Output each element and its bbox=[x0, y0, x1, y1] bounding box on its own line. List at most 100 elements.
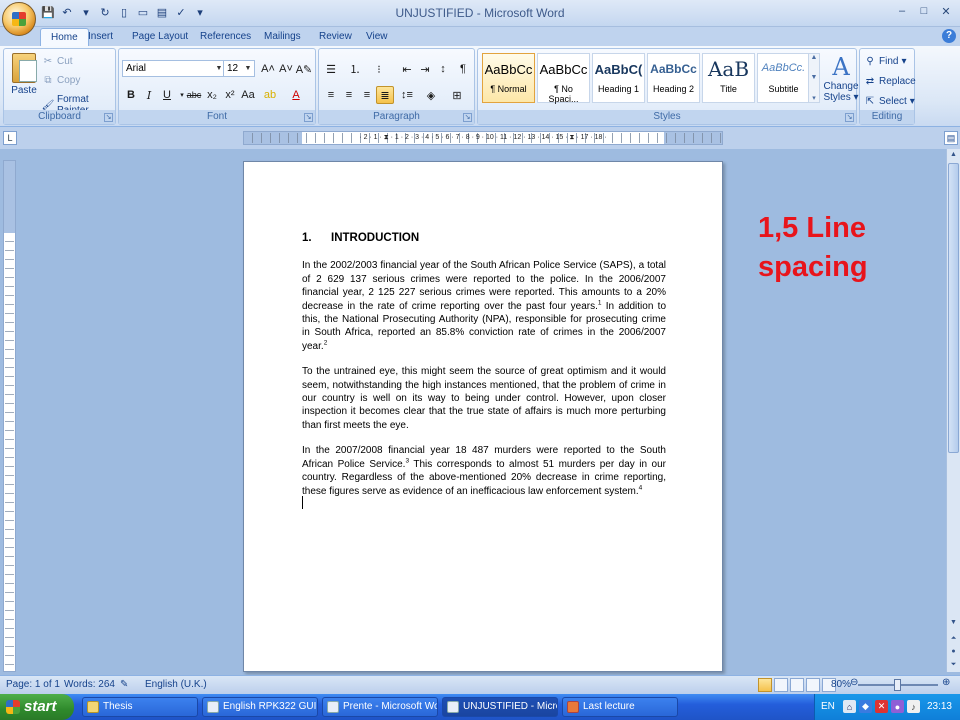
input-language[interactable]: EN bbox=[821, 701, 835, 712]
chevron-down-icon[interactable]: ▼ bbox=[811, 74, 818, 81]
change-styles-button[interactable]: A Change Styles ▾ bbox=[823, 53, 859, 103]
subscript-icon[interactable]: x₂ bbox=[203, 86, 221, 104]
footnote-ref-2[interactable]: 2 bbox=[324, 340, 328, 347]
tab-references[interactable]: References bbox=[190, 28, 261, 46]
scrollbar-thumb[interactable] bbox=[948, 163, 959, 453]
taskbar-item[interactable]: Last lecture bbox=[562, 697, 678, 717]
style-normal[interactable]: AaBbCc ¶ Normal bbox=[482, 53, 535, 103]
clipboard-dialog-launcher-icon[interactable]: ↘ bbox=[104, 113, 113, 122]
taskbar-item[interactable]: Prente - Microsoft Word bbox=[322, 697, 438, 717]
shading-icon[interactable]: ◈ bbox=[422, 86, 440, 104]
chevron-up-icon[interactable]: ▲ bbox=[811, 54, 818, 61]
next-page-icon[interactable]: ⏷ bbox=[948, 659, 959, 671]
style-title[interactable]: AaB Title bbox=[702, 53, 755, 103]
chevron-down-icon[interactable]: ▼ bbox=[243, 62, 253, 75]
cut-button[interactable]: ✂ Cut bbox=[42, 55, 73, 67]
multilevel-list-icon[interactable]: ⁝ bbox=[370, 60, 388, 78]
change-case-icon[interactable]: Aa bbox=[239, 86, 257, 104]
scroll-up-icon[interactable]: ▲ bbox=[948, 149, 959, 161]
page-count[interactable]: Page: 1 of 1 bbox=[6, 679, 60, 690]
zoom-out-icon[interactable]: ⊖ bbox=[850, 677, 858, 688]
font-color-icon[interactable]: A bbox=[287, 86, 305, 104]
footnote-ref-4[interactable]: 4 bbox=[639, 484, 643, 491]
zoom-level[interactable]: 80% bbox=[831, 679, 851, 690]
document-body[interactable]: 1. INTRODUCTION In the 2002/2003 financia… bbox=[302, 232, 666, 513]
bold-icon[interactable]: B bbox=[122, 86, 140, 104]
vertical-scrollbar[interactable]: ▲ ▼ ⏶ ● ⏷ bbox=[946, 149, 960, 672]
taskbar-item-active[interactable]: UNJUSTIFIED - Micro... bbox=[442, 697, 558, 717]
scroll-down-icon[interactable]: ▼ bbox=[948, 617, 959, 629]
volume-icon[interactable]: ♪ bbox=[907, 700, 920, 713]
grow-font-icon[interactable]: A˄ bbox=[259, 60, 277, 78]
align-center-icon[interactable]: ≡ bbox=[340, 86, 358, 104]
paste-button[interactable]: Paste bbox=[10, 53, 38, 96]
proofing-icon[interactable]: ✎ bbox=[120, 679, 128, 690]
network-icon[interactable]: ⌂ bbox=[843, 700, 856, 713]
word-count[interactable]: Words: 264 bbox=[64, 679, 115, 690]
taskbar-item[interactable]: Thesis bbox=[82, 697, 198, 717]
select-button[interactable]: ⇱ Select ▾ bbox=[864, 95, 915, 107]
antivirus-icon[interactable]: ✕ bbox=[875, 700, 888, 713]
office-button[interactable] bbox=[2, 2, 36, 36]
start-button[interactable]: start bbox=[0, 694, 74, 720]
previous-page-icon[interactable]: ⏶ bbox=[948, 633, 959, 645]
more-icon[interactable]: ▾ bbox=[812, 94, 816, 102]
borders-icon[interactable]: ⊞ bbox=[448, 86, 466, 104]
sort-icon[interactable]: ↕ bbox=[434, 60, 452, 78]
line-spacing-icon[interactable]: ↕≡ bbox=[398, 86, 416, 104]
increase-indent-icon[interactable]: ⇥ bbox=[416, 60, 434, 78]
select-browse-object-icon[interactable]: ● bbox=[948, 646, 959, 658]
document-page[interactable]: 1. INTRODUCTION In the 2002/2003 financia… bbox=[243, 161, 723, 672]
horizontal-ruler[interactable]: · 2 · 1 · ⧗ · 1 · 2 · 3 · 4 · 5 · 6 · 7 … bbox=[243, 131, 723, 145]
tab-review[interactable]: Review bbox=[309, 28, 362, 46]
maximize-button[interactable]: □ bbox=[914, 3, 934, 19]
tab-page-layout[interactable]: Page Layout bbox=[122, 28, 198, 46]
highlight-color-icon[interactable]: ab bbox=[261, 86, 279, 104]
italic-icon[interactable]: I bbox=[140, 86, 158, 104]
strikethrough-icon[interactable]: abc bbox=[185, 86, 203, 104]
replace-button[interactable]: ⇄ Replace bbox=[864, 75, 916, 87]
minimize-button[interactable]: – bbox=[892, 3, 912, 19]
tab-insert[interactable]: Insert bbox=[78, 28, 123, 46]
font-size-combo[interactable]: 12 ▼ bbox=[223, 60, 255, 77]
font-dialog-launcher-icon[interactable]: ↘ bbox=[304, 113, 313, 122]
zoom-in-icon[interactable]: ⊕ bbox=[942, 677, 950, 688]
outline-icon[interactable] bbox=[806, 678, 820, 692]
numbering-icon[interactable]: ⒈ bbox=[346, 60, 364, 78]
styles-gallery-scroll[interactable]: ▲ ▼ ▾ bbox=[808, 53, 820, 103]
find-button[interactable]: ⚲ Find ▾ bbox=[864, 55, 906, 67]
print-layout-icon[interactable] bbox=[758, 678, 772, 692]
align-left-icon[interactable]: ≡ bbox=[322, 86, 340, 104]
language[interactable]: English (U.K.) bbox=[145, 679, 207, 690]
tab-view[interactable]: View bbox=[356, 28, 398, 46]
show-marks-icon[interactable]: ¶ bbox=[454, 60, 472, 78]
close-button[interactable]: ✕ bbox=[936, 3, 956, 19]
bullets-icon[interactable]: ☰ bbox=[322, 60, 340, 78]
superscript-icon[interactable]: x² bbox=[221, 86, 239, 104]
help-icon[interactable]: ? bbox=[942, 29, 956, 43]
styles-dialog-launcher-icon[interactable]: ↘ bbox=[845, 113, 854, 122]
shrink-font-icon[interactable]: A˅ bbox=[277, 60, 295, 78]
clear-formatting-icon[interactable]: A✎ bbox=[295, 60, 313, 78]
web-layout-icon[interactable] bbox=[790, 678, 804, 692]
justify-icon[interactable]: ≣ bbox=[376, 86, 394, 104]
shield-icon[interactable]: ◆ bbox=[859, 700, 872, 713]
paragraph-dialog-launcher-icon[interactable]: ↘ bbox=[463, 113, 472, 122]
window-controls: – □ ✕ bbox=[892, 3, 956, 19]
style-no-spacing[interactable]: AaBbCc ¶ No Spaci... bbox=[537, 53, 590, 104]
decrease-indent-icon[interactable]: ⇤ bbox=[398, 60, 416, 78]
vertical-ruler[interactable] bbox=[3, 160, 16, 672]
font-name-combo[interactable]: Arial ▼ bbox=[122, 60, 226, 77]
style-subtitle[interactable]: AaBbCc. Subtitle bbox=[757, 53, 810, 103]
tray-app-icon[interactable]: ● bbox=[891, 700, 904, 713]
taskbar-item[interactable]: English RPK322 GUID... bbox=[202, 697, 318, 717]
full-screen-reading-icon[interactable] bbox=[774, 678, 788, 692]
copy-button[interactable]: ⧉ Copy bbox=[42, 74, 80, 86]
style-heading-2[interactable]: AaBbCc Heading 2 bbox=[647, 53, 700, 103]
view-ruler-icon[interactable]: ▤ bbox=[944, 131, 958, 145]
zoom-slider-knob[interactable] bbox=[894, 679, 901, 691]
tab-stop-selector-icon[interactable]: L bbox=[3, 131, 17, 145]
style-heading-1[interactable]: AaBbC( Heading 1 bbox=[592, 53, 645, 103]
align-right-icon[interactable]: ≡ bbox=[358, 86, 376, 104]
tab-mailings[interactable]: Mailings bbox=[254, 28, 311, 46]
